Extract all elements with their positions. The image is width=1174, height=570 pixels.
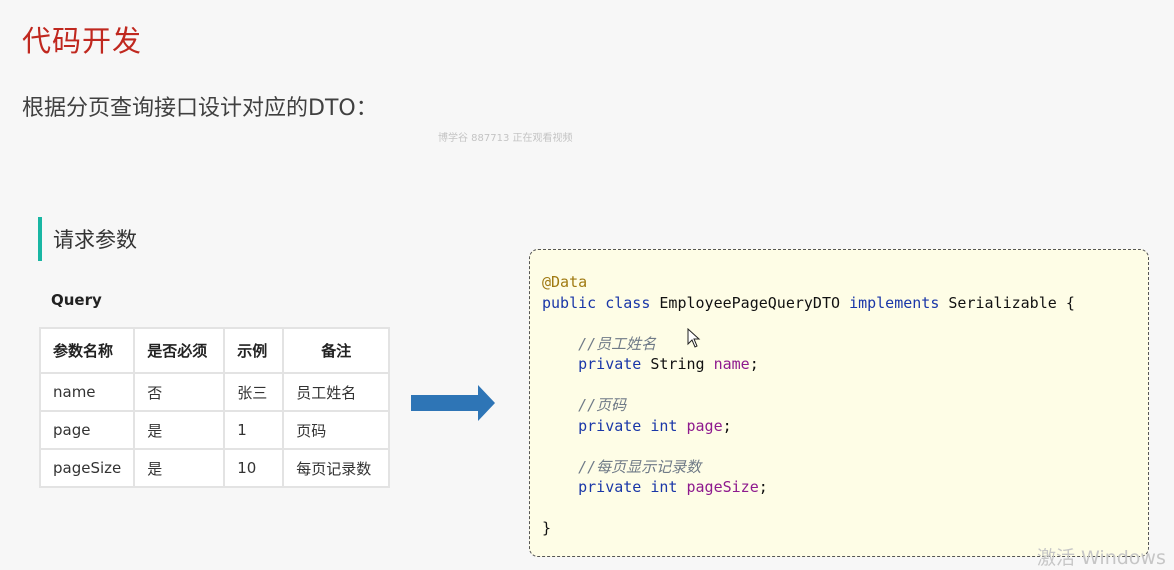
header-cell: 备注 <box>282 327 391 374</box>
header-cell: 参数名称 <box>38 327 136 374</box>
code-modifier: private <box>578 355 642 373</box>
code-line-comment: //页码 <box>542 395 1136 416</box>
table-cell: name <box>38 372 136 412</box>
table-row: name 否 张三 员工姓名 <box>38 372 391 412</box>
table-cell: 是 <box>133 410 226 450</box>
table-cell: pageSize <box>38 448 136 488</box>
code-field-name: name <box>713 355 750 373</box>
code-keyword: class <box>605 293 651 312</box>
code-block: @Data public class EmployeePageQueryDTO … <box>529 249 1149 557</box>
page-title: 代码开发 <box>22 24 143 58</box>
table-header-row: 参数名称 是否必须 示例 备注 <box>38 327 391 374</box>
table-cell: 否 <box>133 372 226 412</box>
code-semicolon: ; <box>722 416 732 435</box>
mouse-cursor-icon <box>687 328 701 348</box>
request-params-table: 参数名称 是否必须 示例 备注 name 否 张三 员工姓名 page 是 1 … <box>38 327 391 488</box>
table-cell: 是 <box>133 448 226 488</box>
code-line-comment: //员工姓名 <box>542 334 1136 355</box>
header-cell: 是否必须 <box>133 327 226 374</box>
windows-activation-watermark: 激活 Windows <box>1037 547 1166 569</box>
page-subtitle: 根据分页查询接口设计对应的DTO： <box>22 96 378 121</box>
table-cell: 每页记录数 <box>282 448 391 488</box>
code-line-field: private int page; <box>542 416 1136 437</box>
table-cell: page <box>38 410 136 450</box>
table-cell: 页码 <box>282 410 391 450</box>
code-modifier: private <box>578 416 642 435</box>
code-interface-name: Serializable <box>948 293 1057 312</box>
section-heading: 请求参数 <box>38 217 137 261</box>
code-close-brace: } <box>542 519 552 537</box>
code-type: String <box>650 355 705 373</box>
code-line-field: private int pageSize; <box>542 477 1136 498</box>
table-cell: 10 <box>223 448 285 488</box>
right-arrow-icon <box>411 385 495 421</box>
query-label: Query <box>51 291 102 309</box>
table-cell: 张三 <box>223 372 285 412</box>
code-keyword: implements <box>849 293 940 312</box>
header-cell: 示例 <box>223 327 285 374</box>
video-watermark: 博学谷 887713 正在观看视频 <box>438 133 573 144</box>
code-line-comment: //每页显示记录数 <box>542 457 1136 478</box>
code-comment: //每页显示记录数 <box>578 457 702 476</box>
table-cell: 1 <box>223 410 285 450</box>
code-semicolon: ; <box>758 478 768 496</box>
code-line-annotation: @Data <box>542 272 1136 293</box>
section-heading-text: 请求参数 <box>53 228 137 252</box>
code-semicolon: ; <box>749 355 759 373</box>
table-cell: 员工姓名 <box>282 372 391 412</box>
code-open-brace: { <box>1065 293 1075 312</box>
code-field-name: page <box>686 416 723 435</box>
code-annotation: @Data <box>542 273 588 291</box>
code-type: int <box>650 416 678 435</box>
code-modifier: private <box>578 478 642 496</box>
code-line-close: } <box>542 518 1136 539</box>
table-row: page 是 1 页码 <box>38 410 391 450</box>
code-comment: //员工姓名 <box>578 334 657 353</box>
code-type: int <box>650 478 678 496</box>
table-row: pageSize 是 10 每页记录数 <box>38 448 391 488</box>
code-line-field: private String name; <box>542 354 1136 375</box>
code-keyword: public <box>542 293 597 312</box>
code-line-class-declaration: public class EmployeePageQueryDTO implem… <box>542 293 1136 314</box>
code-comment: //页码 <box>578 396 627 414</box>
code-field-name: pageSize <box>686 478 759 496</box>
code-class-name: EmployeePageQueryDTO <box>659 293 841 312</box>
